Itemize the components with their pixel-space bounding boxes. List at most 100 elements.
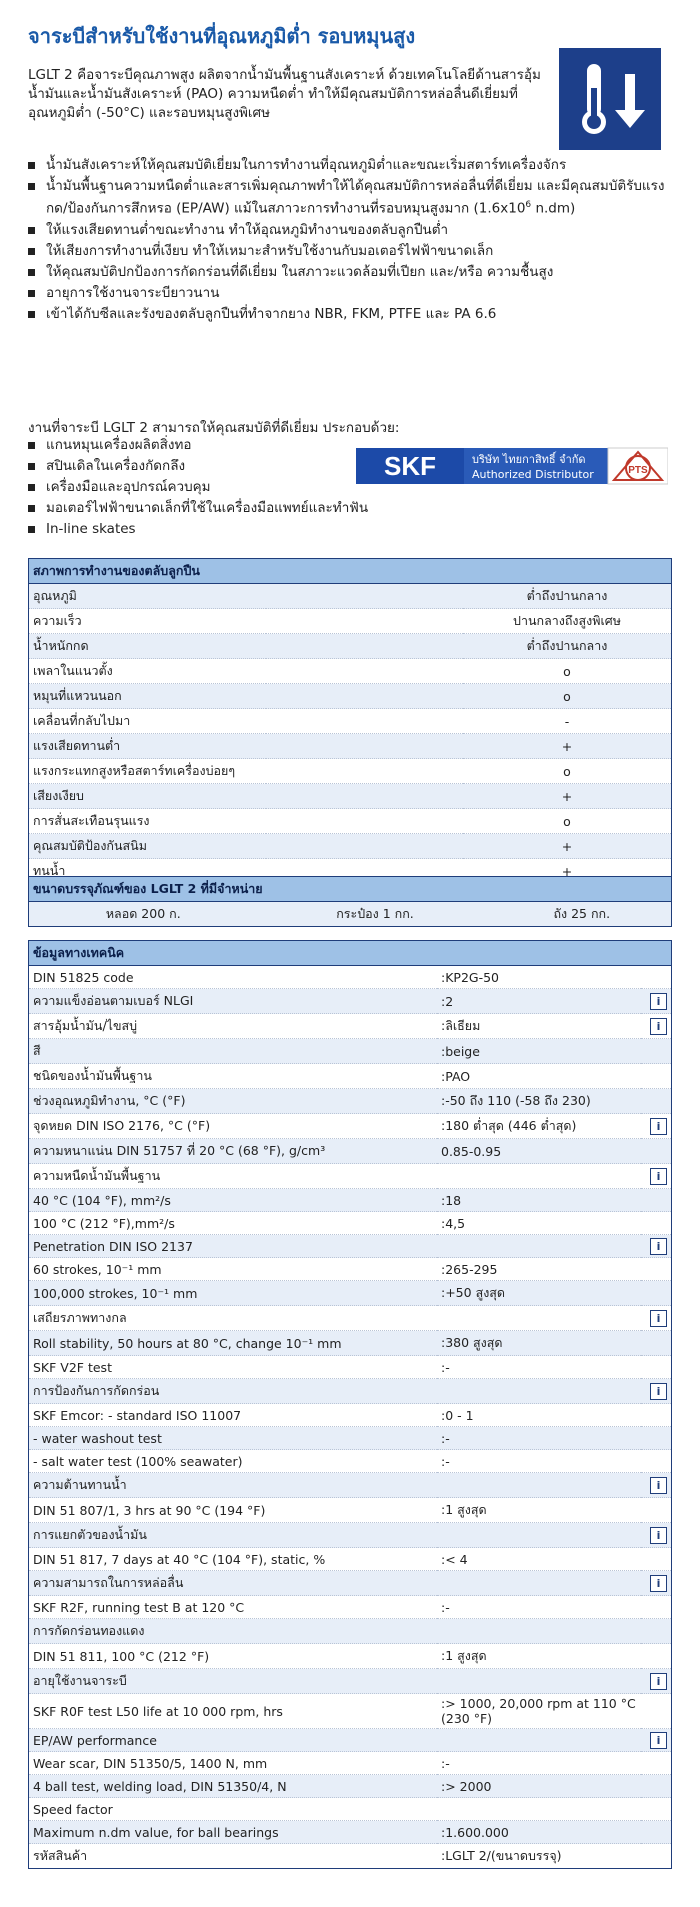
tech-value: :+50 สูงสุด	[437, 1280, 641, 1306]
tech-value	[437, 1472, 641, 1498]
info-icon[interactable]: i	[650, 1731, 667, 1749]
tech-label: SKF Emcor: - standard ISO 11007	[28, 1403, 437, 1427]
tech-label: Roll stability, 50 hours at 80 °C, chang…	[28, 1330, 437, 1356]
tech-label: Speed factor	[28, 1797, 437, 1821]
info-icon[interactable]: i	[650, 1309, 667, 1327]
condition-value: +	[463, 733, 672, 759]
distributor-banner: SKF บริษัท ไทยกาสิทธิ์ จำกัด Authorized …	[356, 444, 669, 488]
condition-value: o	[463, 683, 672, 709]
tech-value: :2	[437, 988, 641, 1014]
tech-row: การป้องกันการกัดกร่อน i	[28, 1378, 672, 1404]
tech-label: ความต้านทานน้ำ	[28, 1472, 437, 1498]
condition-label: ความเร็ว	[28, 608, 463, 634]
tech-label: การป้องกันการกัดกร่อน	[28, 1378, 437, 1404]
tech-label: รหัสสินค้า	[28, 1843, 437, 1869]
tech-value: :LGLT 2/(ขนาดบรรจุ)	[437, 1843, 641, 1869]
tech-label: DIN 51 817, 7 days at 40 °C (104 °F), st…	[28, 1547, 437, 1571]
tech-label: สี	[28, 1038, 437, 1064]
package-drum: ถัง 25 กก.	[492, 901, 672, 927]
tech-row: 100 °C (212 °F),mm²/s:4,5	[28, 1211, 672, 1235]
tech-label: 100 °C (212 °F),mm²/s	[28, 1211, 437, 1235]
tech-value: :1 สูงสุด	[437, 1643, 641, 1669]
tech-value: :180 ต่ำสุด (446 ต่ำสุด)	[437, 1113, 641, 1139]
tech-row: การกัดกร่อนทองแดง	[28, 1618, 672, 1644]
tech-value: :380 สูงสุด	[437, 1330, 641, 1356]
tech-value: :-	[437, 1426, 641, 1450]
condition-value: +	[463, 783, 672, 809]
tech-value: :4,5	[437, 1211, 641, 1235]
tech-value	[437, 1305, 641, 1331]
condition-value: o	[463, 808, 672, 834]
packaging-table: ขนาดบรรจุภัณฑ์ของ LGLT 2 ที่มีจำหน่าย หล…	[28, 876, 672, 927]
condition-row: เพลาในแนวตั้ง o	[28, 658, 672, 684]
tech-row: Wear scar, DIN 51350/5, 1400 N, mm:-	[28, 1751, 672, 1775]
tech-label: Wear scar, DIN 51350/5, 1400 N, mm	[28, 1751, 437, 1775]
tech-label: DIN 51 811, 100 °C (212 °F)	[28, 1643, 437, 1669]
tech-value: :PAO	[437, 1063, 641, 1089]
tech-row: SKF Emcor: - standard ISO 11007:0 - 1	[28, 1403, 672, 1427]
info-icon[interactable]: i	[650, 1574, 667, 1592]
tech-label: 40 °C (104 °F), mm²/s	[28, 1188, 437, 1212]
tech-value: :beige	[437, 1038, 641, 1064]
condition-label: น้ำหนักกด	[28, 633, 463, 659]
info-icon[interactable]: i	[650, 1476, 667, 1494]
packaging-title: ขนาดบรรจุภัณฑ์ของ LGLT 2 ที่มีจำหน่าย	[28, 876, 672, 902]
tech-value	[437, 1728, 641, 1752]
page: จาระบีสำหรับใช้งานที่อุณหภูมิต่ำ รอบหมุน…	[0, 0, 700, 1907]
info-icon[interactable]: i	[650, 1382, 667, 1400]
tech-value: :> 2000	[437, 1774, 641, 1798]
page-title: จาระบีสำหรับใช้งานที่อุณหภูมิต่ำ รอบหมุน…	[28, 24, 416, 48]
tech-row: SKF R0F test L50 life at 10 000 rpm, hrs…	[28, 1693, 672, 1729]
application-item: In-line skates	[24, 520, 674, 539]
condition-row: หมุนที่แหวนนอก o	[28, 683, 672, 709]
tech-value	[437, 1378, 641, 1404]
info-icon[interactable]: i	[650, 1672, 667, 1690]
tech-label: Maximum n.dm value, for ball bearings	[28, 1820, 437, 1844]
feature-item: อายุการใช้งานจาระบียาวนาน	[24, 284, 674, 303]
tech-row: Penetration DIN ISO 2137 i	[28, 1234, 672, 1258]
condition-row: คุณสมบัติป้องกันสนิม +	[28, 833, 672, 859]
info-icon[interactable]: i	[650, 1017, 667, 1035]
info-icon[interactable]: i	[650, 1237, 667, 1255]
tech-value: :1.600.000	[437, 1820, 641, 1844]
tech-value: :265-295	[437, 1257, 641, 1281]
tech-row: รหัสสินค้า:LGLT 2/(ขนาดบรรจุ)	[28, 1843, 672, 1869]
tech-label: SKF R2F, running test B at 120 °C	[28, 1595, 437, 1619]
condition-value: ปานกลางถึงสูงพิเศษ	[463, 608, 672, 634]
tech-value: :< 4	[437, 1547, 641, 1571]
tech-value	[437, 1618, 641, 1644]
tech-label: Penetration DIN ISO 2137	[28, 1234, 437, 1258]
pts-logo: PTS	[628, 465, 648, 476]
tech-value	[437, 1797, 641, 1821]
tech-row: ความแข็งอ่อนตามเบอร์ NLGI:2 i	[28, 988, 672, 1014]
tech-value: 0.85-0.95	[437, 1138, 641, 1164]
info-icon[interactable]: i	[650, 1526, 667, 1544]
tech-row: SKF V2F test:-	[28, 1355, 672, 1379]
condition-label: เพลาในแนวตั้ง	[28, 658, 463, 684]
tech-label: 100,000 strokes, 10⁻¹ mm	[28, 1280, 437, 1306]
tech-row: สารอุ้มน้ำมัน/ไขสบู่:ลิเธียม i	[28, 1013, 672, 1039]
tech-row: ความสามารถในการหล่อลื่น i	[28, 1570, 672, 1596]
conditions-title: สภาพการทำงานของตลับลูกปืน	[28, 558, 672, 584]
tech-value: :ลิเธียม	[437, 1013, 641, 1039]
info-icon[interactable]: i	[650, 1167, 667, 1185]
tech-label: SKF V2F test	[28, 1355, 437, 1379]
tech-row: DIN 51 817, 7 days at 40 °C (104 °F), st…	[28, 1547, 672, 1571]
condition-value: ต่ำถึงปานกลาง	[463, 633, 672, 659]
condition-label: การสั่นสะเทือนรุนแรง	[28, 808, 463, 834]
tech-row: ความต้านทานน้ำ i	[28, 1472, 672, 1498]
tech-label: ชนิดของน้ำมันพื้นฐาน	[28, 1063, 437, 1089]
condition-value: -	[463, 708, 672, 734]
tech-row: ความหนาแน่น DIN 51757 ที่ 20 °C (68 °F),…	[28, 1138, 672, 1164]
tech-label: ช่วงอุณหภูมิทำงาน, °C (°F)	[28, 1088, 437, 1114]
tech-value: :KP2G-50	[437, 965, 641, 989]
package-tube: หลอด 200 ก.	[28, 901, 258, 927]
condition-label: แรงเสียดทานต่ำ	[28, 733, 463, 759]
tech-label: 4 ball test, welding load, DIN 51350/4, …	[28, 1774, 437, 1798]
condition-row: เคลื่อนที่กลับไปมา -	[28, 708, 672, 734]
info-icon[interactable]: i	[650, 992, 667, 1010]
tech-row: Speed factor	[28, 1797, 672, 1821]
tech-value: :-50 ถึง 110 (-58 ถึง 230)	[437, 1088, 641, 1114]
info-icon[interactable]: i	[650, 1117, 667, 1135]
condition-row: เสียงเงียบ +	[28, 783, 672, 809]
